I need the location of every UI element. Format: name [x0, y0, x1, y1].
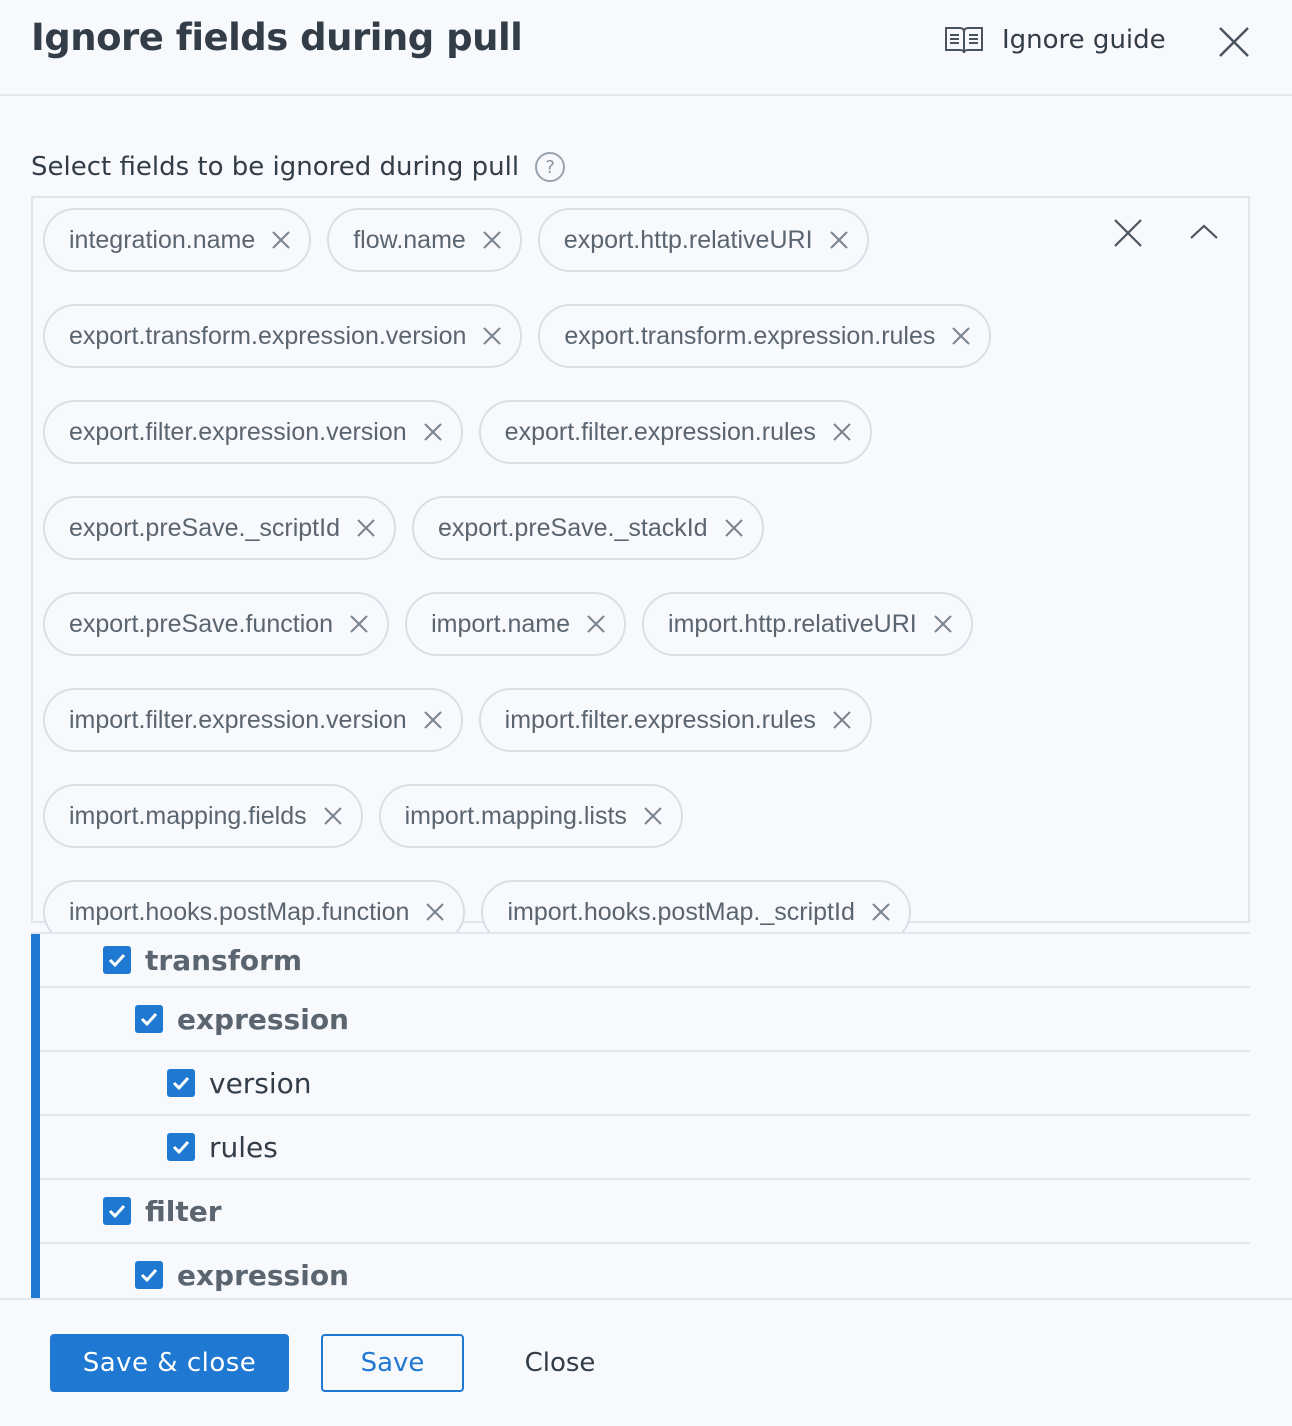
field-chip-label: export.transform.expression.rules — [564, 321, 936, 350]
check-icon — [140, 1012, 158, 1027]
remove-chip-icon[interactable] — [584, 612, 608, 636]
tree-row[interactable]: version — [31, 1052, 1250, 1116]
remove-chip-icon[interactable] — [347, 612, 371, 636]
remove-chip-icon[interactable] — [421, 420, 445, 444]
checkbox[interactable] — [167, 1133, 195, 1161]
remove-chip-icon[interactable] — [423, 900, 447, 924]
field-chip-label: export.filter.expression.rules — [504, 417, 816, 446]
field-chip: import.name — [405, 592, 627, 656]
checkbox[interactable] — [135, 1005, 163, 1033]
checkbox[interactable] — [135, 1261, 163, 1289]
field-chip: import.mapping.fields — [43, 784, 363, 848]
field-chip-label: import.hooks.postMap._scriptId — [507, 897, 855, 926]
field-tree: transform expression version rules filter exp… — [31, 932, 1250, 1298]
field-chip-label: import.name — [431, 609, 571, 638]
field-chip: export.transform.expression.version — [43, 304, 523, 368]
field-chip: import.filter.expression.version — [43, 688, 463, 752]
help-icon[interactable]: ? — [535, 152, 566, 182]
check-icon — [108, 1204, 126, 1219]
save-close-button[interactable]: Save & close — [50, 1334, 289, 1392]
remove-chip-icon[interactable] — [827, 228, 851, 252]
tree-row-label: rules — [209, 1130, 278, 1164]
remove-chip-icon[interactable] — [949, 324, 973, 348]
remove-chip-icon[interactable] — [830, 420, 854, 444]
remove-chip-icon[interactable] — [421, 708, 445, 732]
chip-list: integration.name flow.name export.http.rel… — [43, 208, 1103, 1040]
check-icon — [172, 1076, 190, 1091]
remove-chip-icon[interactable] — [931, 612, 955, 636]
field-chip-label: export.filter.expression.version — [69, 417, 407, 446]
tree-row[interactable]: expression — [31, 988, 1250, 1052]
field-chip: import.mapping.lists — [378, 784, 683, 848]
fields-select-label-text: Select fields to be ignored during pull — [31, 152, 520, 182]
field-chip: flow.name — [327, 208, 522, 272]
remove-chip-icon[interactable] — [321, 804, 345, 828]
field-chip-label: integration.name — [69, 225, 256, 254]
book-icon — [945, 27, 983, 54]
checkbox[interactable] — [103, 946, 131, 974]
dialog-title: Ignore fields during pull — [31, 16, 523, 59]
remove-chip-icon[interactable] — [269, 228, 293, 252]
tree-row[interactable]: transform — [31, 932, 1250, 988]
check-icon — [172, 1140, 190, 1155]
dialog-footer: Save & close Save Close — [0, 1298, 1292, 1426]
chevron-up-icon[interactable] — [1187, 218, 1221, 246]
close-button[interactable]: Close — [500, 1334, 620, 1392]
field-chip-label: export.preSave._stackId — [437, 513, 708, 542]
ignore-guide-link[interactable]: Ignore guide — [944, 22, 1166, 58]
remove-chip-icon[interactable] — [480, 228, 504, 252]
field-chip-label: import.http.relativeURI — [668, 609, 917, 638]
selected-fields-multiselect[interactable]: integration.name flow.name export.http.rel… — [31, 196, 1250, 1040]
check-icon — [108, 953, 126, 968]
remove-chip-icon[interactable] — [869, 900, 893, 924]
tree-row-label: transform — [145, 943, 303, 977]
tree-row-label: filter — [145, 1194, 222, 1228]
field-chip-label: import.hooks.postMap.function — [69, 897, 410, 926]
fields-select-label: Select fields to be ignored during pull … — [31, 152, 566, 182]
field-chip: export.preSave._stackId — [411, 496, 764, 560]
tree-row[interactable]: expression — [31, 1244, 1250, 1298]
tree-row-label: expression — [177, 1002, 349, 1036]
field-chip-label: export.http.relativeURI — [563, 225, 813, 254]
remove-chip-icon[interactable] — [480, 324, 504, 348]
field-chip: import.http.relativeURI — [642, 592, 973, 656]
tree-row-label: version — [209, 1066, 312, 1100]
field-chip: export.preSave._scriptId — [43, 496, 396, 560]
field-chip: export.http.relativeURI — [537, 208, 869, 272]
remove-chip-icon[interactable] — [641, 804, 665, 828]
field-chip: export.preSave.function — [43, 592, 390, 656]
dialog-header: Ignore fields during pull Ignore guide — [0, 0, 1292, 96]
tree-row-label: expression — [177, 1258, 349, 1292]
field-chip: integration.name — [43, 208, 312, 272]
tree-row[interactable]: rules — [31, 1116, 1250, 1180]
close-icon[interactable] — [1216, 24, 1252, 60]
field-chip: import.filter.expression.rules — [478, 688, 872, 752]
remove-chip-icon[interactable] — [354, 516, 378, 540]
check-icon — [140, 1268, 158, 1283]
remove-chip-icon[interactable] — [830, 708, 854, 732]
field-chip-label: flow.name — [353, 225, 466, 254]
clear-all-icon[interactable] — [1111, 216, 1145, 250]
remove-chip-icon[interactable] — [722, 516, 746, 540]
field-chip-label: export.preSave._scriptId — [69, 513, 340, 542]
field-chip: export.transform.expression.rules — [538, 304, 992, 368]
checkbox[interactable] — [167, 1069, 195, 1097]
save-button[interactable]: Save — [321, 1334, 464, 1392]
ignore-guide-label: Ignore guide — [1002, 25, 1166, 55]
field-chip-label: import.filter.expression.version — [69, 705, 407, 734]
field-chip: export.filter.expression.version — [43, 400, 463, 464]
field-chip-label: import.filter.expression.rules — [504, 705, 816, 734]
field-chip-label: export.preSave.function — [69, 609, 334, 638]
field-chip-label: import.mapping.fields — [69, 801, 307, 830]
checkbox[interactable] — [103, 1197, 131, 1225]
tree-row[interactable]: filter — [31, 1180, 1250, 1244]
field-chip-label: import.mapping.lists — [404, 801, 627, 830]
field-chip-label: export.transform.expression.version — [69, 321, 467, 350]
field-chip: export.filter.expression.rules — [478, 400, 872, 464]
